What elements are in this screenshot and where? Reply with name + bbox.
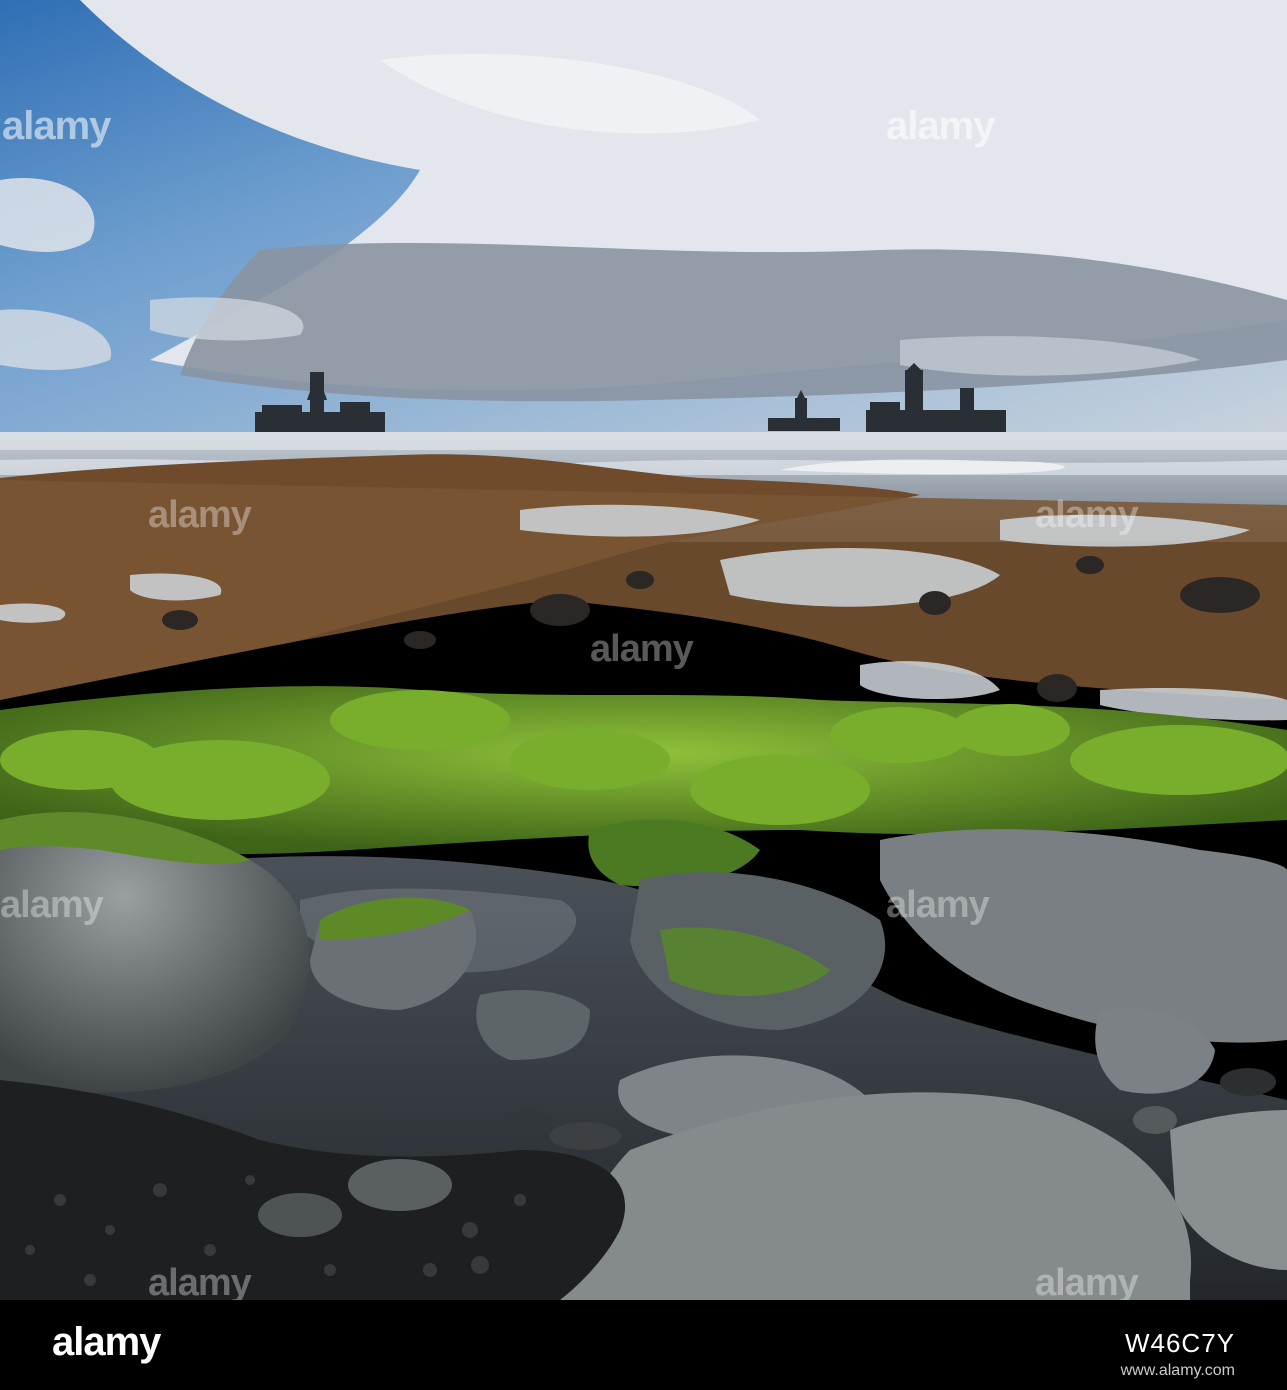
watermark-top-left: alamy [2,104,111,148]
footer-logo: alamy [52,1320,161,1364]
watermark-mid-right: alamy [1035,494,1139,536]
footer-url: www.alamy.com [1120,1362,1235,1379]
watermark-bottom-left: alamy [148,1262,252,1304]
footer-image-id: W46C7Y [1124,1328,1235,1358]
watermark-mid-left: alamy [148,494,252,536]
watermark-center: alamy [590,628,694,670]
watermark-lower-right: alamy [886,884,990,926]
watermark-lower-left: alamy [0,884,104,926]
watermark-top-right: alamy [886,104,995,148]
watermark-bottom-right: alamy [1035,1262,1139,1304]
watermark-footer: alamy W46C7Y www.alamy.com [0,1300,1287,1390]
